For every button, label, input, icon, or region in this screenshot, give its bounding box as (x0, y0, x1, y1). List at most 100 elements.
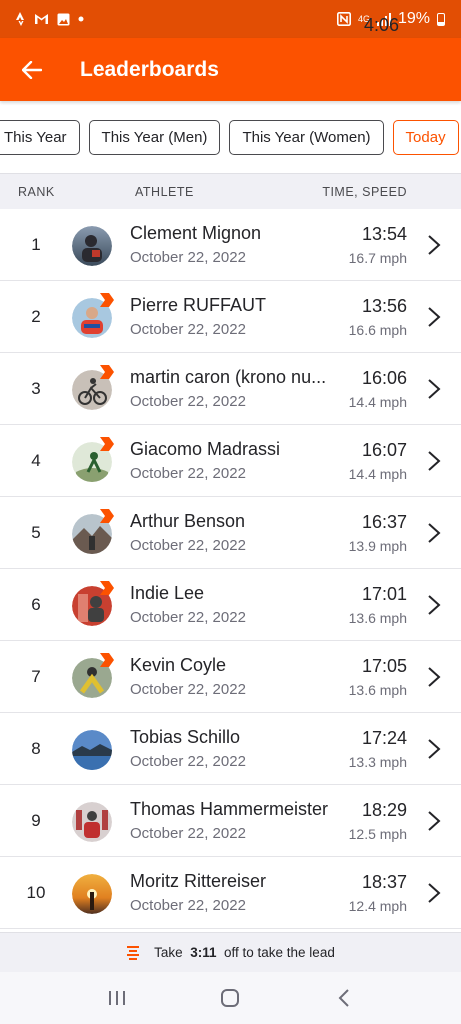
leaderboard-row[interactable]: 7 Kevin Coyle October 22, 2022 17:05 13.… (0, 641, 461, 713)
chevron-right-icon (428, 811, 441, 831)
avatar (72, 293, 114, 338)
leaderboard-row[interactable]: 1 Clement Mignon October 22, 2022 13:54 … (0, 209, 461, 281)
rank-number: 8 (31, 739, 41, 758)
table-header: RANK ATHLETE TIME, SPEED (0, 173, 461, 209)
lead-gap-suffix: off to take the lead (220, 945, 335, 960)
column-rank: RANK (18, 184, 55, 199)
avatar (72, 653, 114, 698)
lead-gap-prefix: Take (154, 945, 187, 960)
effort-date: October 22, 2022 (130, 393, 246, 410)
effort-time: 18:37 (361, 872, 407, 892)
subscriber-badge-icon (100, 653, 114, 667)
chip-this-year-men[interactable]: This Year (Men) (88, 119, 221, 155)
filter-chips: This Year This Year (Men) This Year (Wom… (0, 101, 461, 173)
avatar (72, 581, 114, 626)
chevron-right-icon (428, 307, 441, 327)
notification-icons (16, 12, 84, 26)
athlete-name: Pierre RUFFAUT (130, 295, 267, 315)
effort-speed: 16.7 mph (348, 250, 407, 266)
leaderboard-row[interactable]: 8 Tobias Schillo October 22, 2022 17:24 … (0, 713, 461, 785)
system-back-button[interactable] (324, 978, 364, 1018)
dot-icon (78, 16, 84, 22)
leaderboard-row[interactable]: 6 Indie Lee October 22, 2022 17:01 13.6 … (0, 569, 461, 641)
chevron-right-icon (428, 451, 441, 471)
subscriber-badge-icon (100, 293, 114, 307)
column-time-speed: TIME, SPEED (322, 184, 407, 199)
leaderboard-row[interactable]: 5 Arthur Benson October 22, 2022 16:37 1… (0, 497, 461, 569)
leaderboard-row[interactable]: 10 Moritz Rittereiser October 22, 2022 1… (0, 857, 461, 929)
rank-number: 7 (31, 667, 41, 686)
column-athlete: ATHLETE (135, 184, 194, 199)
subscriber-badge-icon (100, 581, 114, 595)
strava-icon (16, 12, 24, 26)
avatar (72, 509, 114, 554)
effort-time: 13:54 (361, 224, 407, 244)
effort-speed: 14.4 mph (348, 394, 407, 410)
back-button[interactable] (0, 38, 64, 101)
chevron-right-icon (428, 379, 441, 399)
gmail-icon (35, 14, 48, 24)
lead-gap-banner: Take 3:11 off to take the lead (0, 932, 461, 972)
leaderboard-row[interactable]: 9 Thomas Hammermeister October 22, 2022 … (0, 785, 461, 857)
rank-number: 10 (26, 883, 46, 902)
effort-date: October 22, 2022 (130, 609, 246, 626)
rank-number: 4 (31, 451, 41, 470)
home-button[interactable] (210, 978, 250, 1018)
chevron-right-icon (428, 667, 441, 687)
leaderboard-stack-icon (127, 945, 140, 960)
avatar (72, 802, 112, 842)
page-title: Leaderboards (80, 57, 219, 81)
athlete-name: Thomas Hammermeister (130, 799, 329, 819)
leaderboard-row[interactable]: 3 martin caron (krono nu... October 22, … (0, 353, 461, 425)
home-icon (221, 989, 240, 1007)
system-nav-bar (0, 972, 461, 1024)
lead-gap-text: Take 3:11 off to take the lead (154, 945, 335, 960)
avatar (72, 226, 112, 266)
status-time: 4:06 (363, 15, 399, 35)
rank-number: 2 (31, 307, 41, 326)
athlete-name: Giacomo Madrassi (130, 439, 281, 459)
leaderboard-row[interactable]: 4 Giacomo Madrassi October 22, 2022 16:0… (0, 425, 461, 497)
battery-icon (437, 12, 445, 26)
chevron-right-icon (428, 739, 441, 759)
chevron-left-icon (338, 989, 349, 1007)
athlete-name: Indie Lee (130, 583, 205, 603)
effort-speed: 13.9 mph (348, 538, 407, 554)
avatar (72, 437, 114, 482)
avatar (72, 730, 112, 770)
effort-date: October 22, 2022 (130, 537, 246, 554)
recent-apps-icon (108, 991, 125, 1005)
chip-today[interactable]: Today (392, 119, 459, 155)
athlete-name: Arthur Benson (130, 511, 246, 531)
leaderboard-row[interactable]: 2 Pierre RUFFAUT October 22, 2022 13:56 … (0, 281, 461, 353)
rank-number: 6 (31, 595, 41, 614)
leaderboard-list: 1 Clement Mignon October 22, 2022 13:54 … (0, 209, 461, 929)
avatar (72, 874, 112, 914)
chip-this-year-women[interactable]: This Year (Women) (229, 119, 384, 155)
effort-time: 16:06 (361, 368, 407, 388)
nfc-icon (336, 12, 351, 26)
effort-date: October 22, 2022 (130, 465, 246, 482)
athlete-name: Kevin Coyle (130, 655, 227, 675)
effort-date: October 22, 2022 (130, 681, 246, 698)
effort-date: October 22, 2022 (130, 897, 246, 914)
app-bar: Leaderboards (0, 38, 461, 101)
status-bar: 4:06 4G 19% (0, 0, 461, 38)
athlete-name: Tobias Schillo (130, 727, 241, 747)
chevron-right-icon (428, 235, 441, 255)
effort-time: 18:29 (361, 800, 407, 820)
recent-apps-button[interactable] (97, 978, 137, 1018)
subscriber-badge-icon (100, 437, 114, 451)
effort-time: 17:24 (361, 728, 407, 748)
effort-speed: 12.4 mph (348, 898, 407, 914)
chip-this-year[interactable]: This Year (0, 119, 80, 155)
effort-date: October 22, 2022 (130, 321, 246, 338)
rank-number: 1 (31, 235, 41, 254)
battery-percent: 19% (397, 10, 430, 27)
effort-date: October 22, 2022 (130, 753, 246, 770)
avatar (72, 365, 114, 410)
rank-number: 9 (31, 811, 41, 830)
athlete-name: Clement Mignon (130, 223, 262, 243)
lead-gap-time: 3:11 (190, 945, 217, 960)
rank-number: 5 (31, 523, 41, 542)
